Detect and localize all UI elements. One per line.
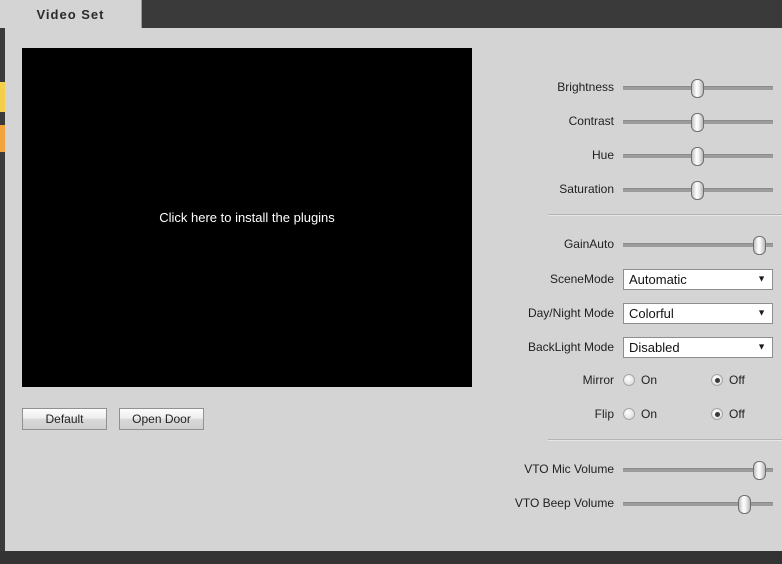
radio-group-mirror: On Off [623,373,773,387]
radio-dot-icon[interactable] [623,374,635,386]
radio-option-label: Off [729,373,745,387]
radio-dot-icon[interactable] [623,408,635,420]
select-row-day-night-mode: Day/Night Mode Colorful ▼ [495,300,782,326]
radio-option-label: On [641,373,658,387]
slider-row-brightness: Brightness [495,74,782,100]
radio-flip-off[interactable]: Off [711,407,745,421]
video-controls-panel: Brightness Contrast Hue Saturation GainAuto V… [495,28,782,551]
slider-thumb[interactable] [691,113,704,132]
slider-row-gainauto: GainAuto [495,231,782,257]
slider-vto-mic-volume[interactable] [623,459,773,480]
video-preview[interactable]: Click here to install the plugins [22,48,472,387]
radio-option-label: On [641,407,658,421]
slider-label-1: Contrast [568,114,614,128]
slider-saturation[interactable] [623,179,773,200]
slider-thumb[interactable] [752,461,766,480]
select-label-1: Day/Night Mode [527,306,614,320]
select-scenemode[interactable]: Automatic ▼ [623,268,773,290]
slider-row-vto-mic-volume: VTO Mic Volume [495,456,782,482]
radio-mirror-off[interactable]: Off [711,373,745,387]
radio-flip-on[interactable]: On [623,407,711,421]
slider-track[interactable] [623,502,773,506]
slider-label-5: VTO Mic Volume [524,462,614,476]
slider-label-2: Hue [591,148,614,162]
select-value: Automatic [629,271,687,287]
radio-row-mirror: Mirror On Off [495,367,782,393]
radio-mirror-on[interactable]: On [623,373,711,387]
select-value: Disabled [629,339,680,355]
default-button[interactable]: Default [22,408,107,430]
select-backlight-mode[interactable]: Disabled ▼ [623,336,773,358]
tab-bar: Video Set [0,0,782,28]
slider-track[interactable] [623,468,773,472]
slider-label-3: Saturation [559,182,614,196]
slider-row-hue: Hue [495,142,782,168]
section-divider-2 [548,439,782,441]
open-door-button[interactable]: Open Door [119,408,204,430]
action-button-row: Default Open Door [22,408,204,430]
select-label-0: SceneMode [549,272,614,286]
slider-track[interactable] [623,243,773,247]
tab-video-set-label: Video Set [36,6,105,22]
radio-option-label: Off [729,407,745,421]
radio-label-0: Mirror [582,373,614,387]
radio-dot-icon[interactable] [711,374,723,386]
radio-group-flip: On Off [623,407,773,421]
plugin-install-link[interactable]: Click here to install the plugins [159,210,335,225]
select-row-scenemode: SceneMode Automatic ▼ [495,266,782,292]
page-body: Click here to install the plugins Defaul… [5,28,782,551]
slider-vto-beep-volume[interactable] [623,493,773,514]
slider-thumb[interactable] [737,495,751,514]
slider-brightness[interactable] [623,77,773,98]
select-label-2: BackLight Mode [527,340,614,354]
slider-row-saturation: Saturation [495,176,782,202]
radio-dot-icon[interactable] [711,408,723,420]
slider-thumb[interactable] [752,236,766,255]
tab-video-set[interactable]: Video Set [0,0,142,28]
video-set-page: Video Set Click here to install the plug… [0,0,782,564]
slider-label-6: VTO Beep Volume [514,496,614,510]
slider-label-0: Brightness [557,80,614,94]
slider-label-4: GainAuto [563,237,614,251]
radio-label-1: Flip [594,407,614,421]
select-value: Colorful [629,305,674,321]
section-divider-1 [548,214,782,216]
footer-strip [0,551,782,564]
slider-thumb[interactable] [691,147,704,166]
slider-row-contrast: Contrast [495,108,782,134]
slider-row-vto-beep-volume: VTO Beep Volume [495,490,782,516]
select-day-night-mode[interactable]: Colorful ▼ [623,302,773,324]
select-row-backlight-mode: BackLight Mode Disabled ▼ [495,334,782,360]
slider-thumb[interactable] [691,79,704,98]
chevron-down-icon[interactable]: ▼ [757,274,766,284]
chevron-down-icon[interactable]: ▼ [757,308,766,318]
slider-hue[interactable] [623,145,773,166]
slider-gainauto[interactable] [623,234,773,255]
chevron-down-icon[interactable]: ▼ [757,342,766,352]
radio-row-flip: Flip On Off [495,401,782,427]
slider-thumb[interactable] [691,181,704,200]
slider-contrast[interactable] [623,111,773,132]
